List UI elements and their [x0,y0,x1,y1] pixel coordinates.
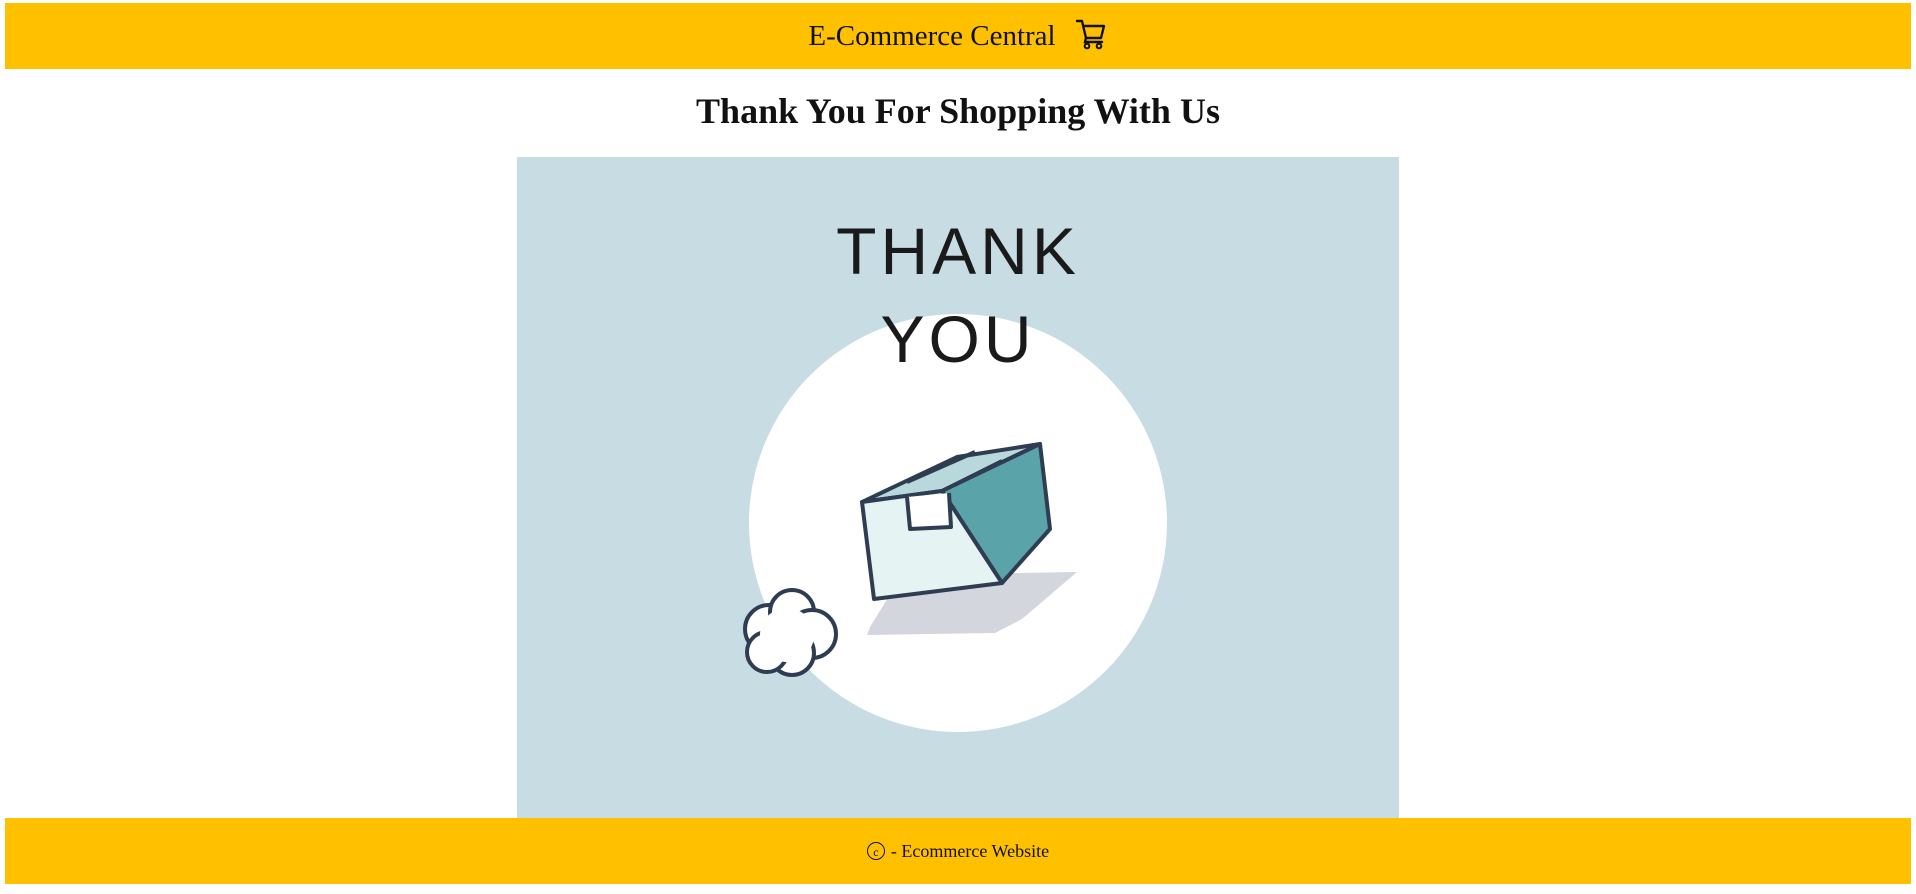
site-brand[interactable]: E-Commerce Central [808,20,1055,53]
site-header: E-Commerce Central [5,3,1911,69]
shopping-cart-icon[interactable] [1074,16,1108,50]
thank-you-image: THANK YOU [517,157,1399,818]
site-footer: c - Ecommerce Website [5,818,1911,884]
hero-line2: YOU [880,302,1035,376]
footer-text: - Ecommerce Website [890,840,1050,861]
page-title: Thank You For Shopping With Us [696,91,1220,131]
hero-line1: THANK [836,214,1080,288]
copyright-icon: c [866,842,885,860]
